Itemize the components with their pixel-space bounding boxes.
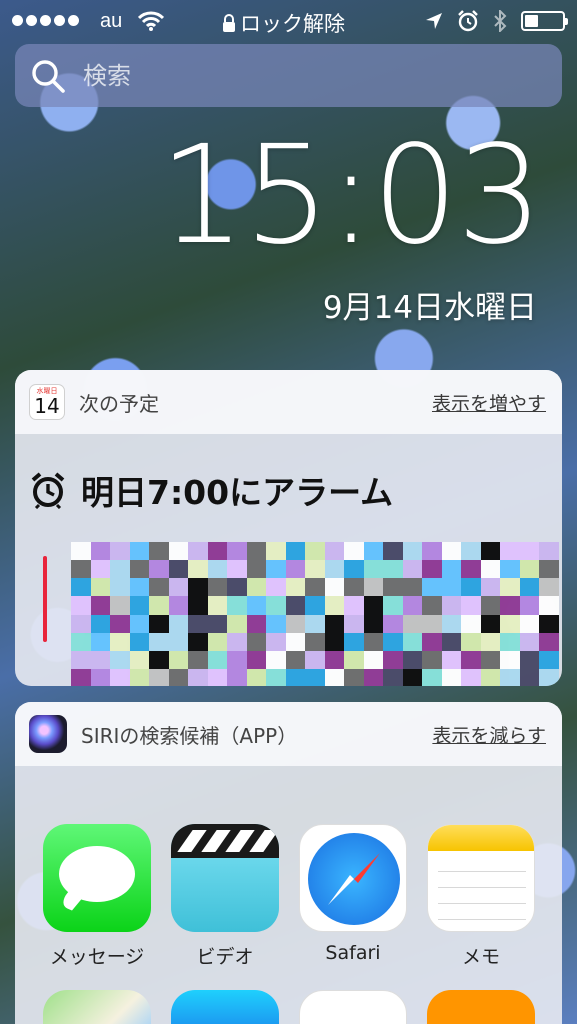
calendar-widget-title: 次の予定 — [79, 391, 159, 416]
search-input[interactable] — [83, 61, 503, 90]
alarm-text: 明日7:00にアラーム — [81, 473, 394, 512]
app-photos[interactable] — [299, 990, 407, 1024]
safari-icon — [299, 824, 407, 932]
app-label: Safari — [325, 942, 381, 964]
app-maps[interactable] — [43, 990, 151, 1024]
alarm-row[interactable]: 明日7:00にアラーム — [15, 434, 562, 514]
location-arrow-icon — [426, 13, 442, 29]
videos-icon — [171, 824, 279, 932]
calendar-widget: 水曜日 14 次の予定 表示を増やす 明日7:00にアラーム — [15, 370, 562, 686]
alarm-clock-icon — [458, 10, 478, 32]
event-color-bar — [43, 556, 47, 642]
pixelated-redaction — [71, 542, 559, 686]
siri-suggestions-widget: SIRIの検索候補（APP） 表示を減らす メッセージ ビデオ Safari メ… — [15, 702, 562, 1024]
battery-icon — [521, 11, 568, 31]
siri-widget-header: SIRIの検索候補（APP） 表示を減らす — [15, 702, 562, 766]
calendar-icon-day: 14 — [34, 394, 60, 418]
signal-strength-icon — [12, 15, 79, 26]
lock-icon — [223, 14, 235, 32]
app-notes[interactable]: メモ — [427, 824, 535, 969]
calendar-widget-header: 水曜日 14 次の予定 表示を増やす — [15, 370, 562, 434]
unlock-label: ロック解除 — [222, 8, 345, 38]
siri-icon — [29, 715, 67, 753]
app-videos[interactable]: ビデオ — [171, 824, 279, 969]
app-messages[interactable]: メッセージ — [43, 824, 151, 969]
status-bar: au ロック解除 — [0, 0, 577, 44]
carrier-name: au — [100, 10, 123, 32]
app-label: ビデオ — [196, 946, 254, 968]
calendar-event[interactable] — [15, 536, 562, 686]
app-label: メモ — [461, 946, 500, 968]
app-safari[interactable]: Safari — [299, 824, 407, 969]
bluetooth-icon — [494, 10, 507, 32]
siri-widget-title: SIRIの検索候補（APP） — [81, 723, 298, 748]
app-calculator[interactable] — [427, 990, 535, 1024]
lock-screen-time: 15:03 — [159, 117, 543, 275]
photos-icon — [299, 990, 407, 1024]
maps-icon — [43, 990, 151, 1024]
wifi-icon — [138, 11, 164, 31]
app-store-icon — [171, 990, 279, 1024]
show-more-button[interactable]: 表示を増やす — [432, 389, 546, 416]
app-app-store[interactable] — [171, 990, 279, 1024]
lock-screen-date: 9月14日水曜日 — [322, 290, 537, 326]
show-less-button[interactable]: 表示を減らす — [432, 721, 546, 748]
notes-icon — [427, 824, 535, 932]
unlock-text: ロック解除 — [240, 12, 345, 36]
search-bar[interactable] — [15, 44, 562, 107]
calculator-icon — [427, 990, 535, 1024]
search-icon — [32, 59, 65, 93]
app-label: メッセージ — [49, 946, 145, 968]
calendar-app-icon: 水曜日 14 — [29, 384, 65, 420]
alarm-clock-icon — [31, 472, 65, 509]
messages-icon — [43, 824, 151, 932]
